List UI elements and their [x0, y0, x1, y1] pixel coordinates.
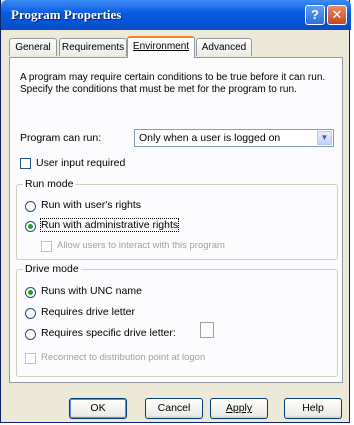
tab-environment[interactable]: Environment: [127, 36, 195, 58]
ok-button[interactable]: OK: [69, 398, 127, 419]
tab-environment-label: Environment: [132, 41, 190, 52]
reconnect-label: Reconnect to distribution point at logon: [41, 352, 206, 363]
requires-drive-letter-label: Requires drive letter: [41, 306, 135, 318]
requires-drive-letter-radio[interactable]: [25, 308, 36, 319]
window-title: Program Properties: [11, 7, 122, 22]
user-input-checkbox[interactable]: [20, 158, 31, 169]
requires-specific-letter-radio[interactable]: [25, 329, 36, 340]
apply-button-label: Apply: [225, 402, 253, 414]
cancel-button[interactable]: Cancel: [145, 398, 203, 419]
help-button[interactable]: Help: [284, 398, 342, 419]
allow-users-interact-checkbox[interactable]: [41, 241, 52, 252]
requires-specific-letter-label: Requires specific drive letter:: [41, 327, 176, 339]
run-user-rights-radio[interactable]: [25, 201, 36, 212]
run-user-rights-label: Run with user's rights: [41, 199, 142, 211]
ok-button-label: OK: [90, 402, 106, 414]
program-can-run-dropdown[interactable]: Only when a user is logged on ▼: [134, 129, 334, 147]
runs-unc-label: Runs with UNC name: [41, 285, 142, 297]
tab-advanced[interactable]: Advanced: [196, 38, 252, 56]
drive-mode-title: Drive mode: [23, 263, 81, 275]
help-title-button[interactable]: ?: [305, 5, 325, 25]
tab-general[interactable]: General: [9, 38, 57, 56]
run-admin-rights-label: Run with administrative rights: [39, 218, 180, 232]
runs-unc-radio[interactable]: [25, 287, 36, 298]
tab-advanced-label: Advanced: [201, 42, 247, 53]
program-properties-dialog: Program Properties ? ✕ General Requireme…: [0, 0, 351, 423]
close-icon: ✕: [331, 7, 343, 22]
environment-panel: A program may require certain conditions…: [9, 57, 343, 383]
chevron-down-icon[interactable]: ▼: [317, 131, 332, 145]
reconnect-checkbox[interactable]: [25, 353, 36, 364]
allow-users-interact-label: Allow users to interact with this progra…: [57, 240, 225, 251]
run-mode-group: Run mode Run with user's rights Run with…: [16, 178, 338, 260]
tab-requirements-label: Requirements: [61, 42, 125, 53]
drive-letter-input[interactable]: [200, 322, 214, 338]
run-mode-title: Run mode: [23, 178, 76, 190]
title-bar[interactable]: Program Properties ? ✕: [1, 0, 351, 30]
program-can-run-value: Only when a user is logged on: [139, 132, 281, 144]
run-admin-rights-radio[interactable]: [25, 221, 36, 232]
program-can-run-label: Program can run:: [20, 132, 102, 144]
drive-mode-group: Drive mode Runs with UNC name Requires d…: [16, 263, 338, 377]
user-input-label: User input required: [36, 157, 126, 169]
help-button-label: Help: [302, 402, 324, 414]
apply-button[interactable]: Apply: [210, 398, 268, 419]
tab-general-label: General: [15, 42, 51, 53]
question-mark-icon: ?: [311, 7, 319, 22]
tab-requirements[interactable]: Requirements: [59, 38, 127, 56]
cancel-button-label: Cancel: [157, 402, 191, 414]
description-text: A program may require certain conditions…: [20, 72, 326, 95]
close-button[interactable]: ✕: [327, 5, 347, 25]
